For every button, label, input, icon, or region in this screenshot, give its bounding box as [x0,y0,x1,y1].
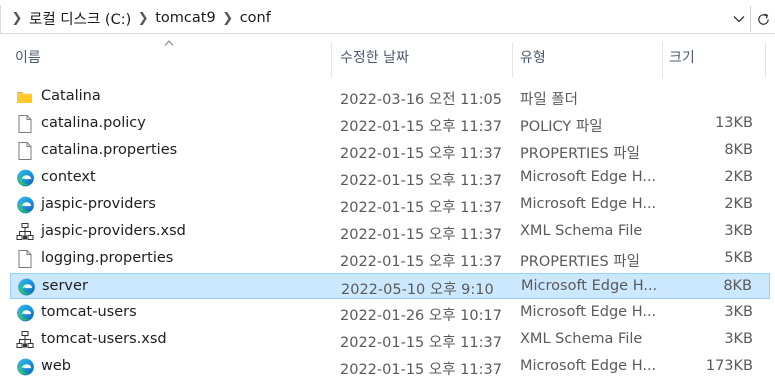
edge-icon [17,277,35,297]
breadcrumb-separator-icon[interactable]: ❯ [132,11,154,26]
address-bar-divider [0,33,775,34]
column-divider[interactable] [331,42,332,78]
breadcrumb-separator-icon[interactable]: ❯ [217,11,239,26]
file-name[interactable]: catalina.properties [41,142,177,158]
file-type: XML Schema File [520,223,643,239]
column-divider[interactable] [512,42,513,78]
breadcrumb-local-disk[interactable]: 로컬 디스크 (C:) [28,8,132,29]
column-header-size[interactable]: 크기 [669,47,695,67]
file-name[interactable]: server [42,278,88,294]
file-row[interactable]: jaspic-providers.xsd 2022-01-15 오후 11:37 X… [10,219,770,245]
file-type: Microsoft Edge H... [520,169,655,185]
file-date: 2022-01-15 오후 11:37 [340,119,502,135]
file-name[interactable]: logging.properties [41,250,173,266]
file-date: 2022-01-15 오후 11:37 [340,254,502,270]
column-divider[interactable] [765,42,766,78]
file-type: Microsoft Edge H... [520,196,655,212]
file-size: 5KB [724,250,753,266]
address-bar-border [0,5,1,33]
file-type: POLICY 파일 [520,119,603,135]
file-name[interactable]: tomcat-users.xsd [41,331,167,347]
file-row[interactable]: tomcat-users.xsd 2022-01-15 오후 11:37 XML S… [10,327,770,353]
file-type: Microsoft Edge H... [521,278,656,294]
breadcrumb-separator-icon[interactable]: ❯ [6,11,28,26]
file-type: PROPERTIES 파일 [520,146,640,162]
file-size: 3KB [724,223,753,239]
file-date: 2022-01-15 오후 11:37 [340,200,502,216]
file-row[interactable]: logging.properties 2022-01-15 오후 11:37 PRO… [10,246,770,272]
file-type: XML Schema File [520,331,643,347]
refresh-icon[interactable] [750,6,775,32]
edge-icon [16,357,34,377]
file-icon [16,141,34,161]
file-row[interactable]: jaspic-providers 2022-01-15 오후 11:37 Micro… [10,192,770,218]
file-row[interactable]: catalina.policy 2022-01-15 오후 11:37 POLICY… [10,111,770,137]
folder-icon [16,87,34,107]
file-date: 2022-01-15 오후 11:37 [340,335,502,351]
file-icon [16,249,34,269]
file-date: 2022-01-15 오후 11:37 [340,227,502,243]
sort-ascending-icon [164,40,174,46]
file-row[interactable]: catalina.properties 2022-01-15 오후 11:37 PR… [10,138,770,164]
file-row[interactable]: server 2022-05-10 오후 9:10 Microsoft Edge H… [10,273,770,299]
file-type: 파일 폴더 [520,92,578,108]
file-name[interactable]: context [41,169,96,185]
file-size: 3KB [724,331,753,347]
file-date: 2022-01-26 오후 10:17 [340,308,502,324]
column-header-date[interactable]: 수정한 날짜 [340,47,409,67]
file-name[interactable]: jaspic-providers [41,196,156,212]
file-size: 8KB [724,142,753,158]
breadcrumb: ❯ 로컬 디스크 (C:) ❯ tomcat9 ❯ conf [6,0,272,36]
xml-schema-icon [16,222,34,242]
file-row[interactable]: context 2022-01-15 오후 11:37 Microsoft Edge… [10,165,770,191]
file-size: 2KB [724,196,753,212]
column-divider[interactable] [662,42,663,78]
file-name[interactable]: web [41,358,71,374]
file-date: 2022-01-15 오후 11:37 [340,146,502,162]
file-date: 2022-05-10 오후 9:10 [341,282,494,298]
file-name[interactable]: catalina.policy [41,115,146,131]
file-date: 2022-01-15 오후 11:37 [340,362,502,378]
file-icon [16,114,34,134]
file-type: Microsoft Edge H... [520,358,655,374]
file-type: Microsoft Edge H... [520,304,655,320]
file-size: 13KB [715,115,753,131]
file-name[interactable]: tomcat-users [41,304,137,320]
file-name[interactable]: jaspic-providers.xsd [41,223,186,239]
breadcrumb-conf[interactable]: conf [239,10,272,26]
file-date: 2022-01-15 오후 11:37 [340,173,502,189]
edge-icon [16,168,34,188]
column-header-name[interactable]: 이름 [15,47,41,67]
xml-schema-icon [16,330,34,350]
file-size: 173KB [705,358,753,374]
address-bar[interactable]: ❯ 로컬 디스크 (C:) ❯ tomcat9 ❯ conf [0,0,775,36]
edge-icon [16,303,34,323]
chevron-down-icon[interactable] [728,6,750,32]
file-date: 2022-03-16 오전 11:05 [340,92,502,108]
address-bar-buttons [728,6,775,32]
column-header-type[interactable]: 유형 [520,47,546,67]
file-name[interactable]: Catalina [41,88,101,104]
file-row[interactable]: web 2022-01-15 오후 11:37 Microsoft Edge H..… [10,354,770,380]
edge-icon [16,195,34,215]
file-size: 3KB [724,304,753,320]
breadcrumb-tomcat9[interactable]: tomcat9 [154,10,216,26]
file-size: 2KB [724,169,753,185]
file-type: PROPERTIES 파일 [520,254,640,270]
file-size: 8KB [723,278,752,294]
file-row[interactable]: Catalina 2022-03-16 오전 11:05 파일 폴더 [10,84,770,110]
file-row[interactable]: tomcat-users 2022-01-26 오후 10:17 Microsoft… [10,300,770,326]
